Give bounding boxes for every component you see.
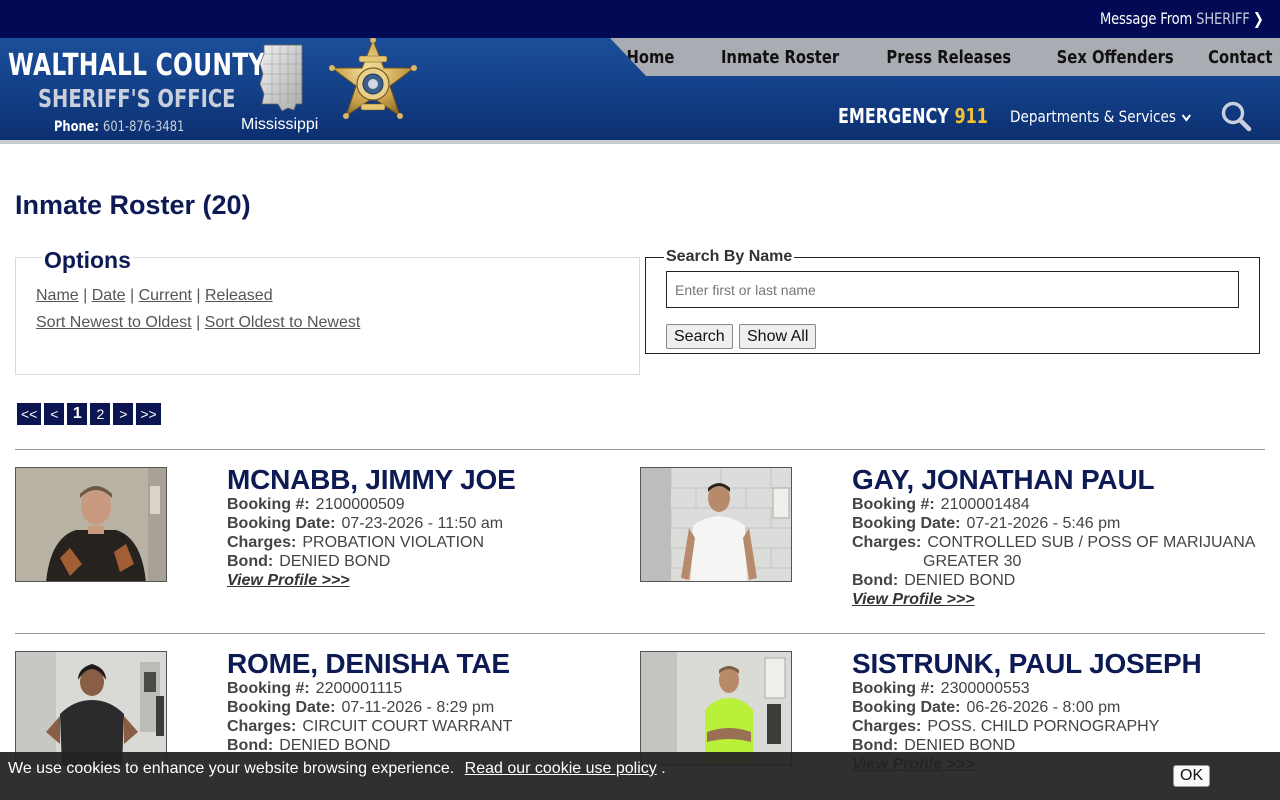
filter-released-link[interactable]: Released xyxy=(205,287,273,304)
departments-services-dropdown[interactable]: Departments & Services xyxy=(1010,107,1192,126)
divider xyxy=(15,633,1265,634)
bond-row: Bond: DENIED BOND xyxy=(852,572,1016,589)
emergency-number: 911 xyxy=(954,104,988,128)
sheriff-badge-logo xyxy=(329,38,417,119)
booking-date-row: Booking Date: 07-21-2026 - 5:46 pm xyxy=(852,515,1121,532)
order-links: Sort Newest to Oldest | Sort Oldest to N… xyxy=(36,314,361,331)
cookie-policy-link[interactable]: Read our cookie use policy xyxy=(465,760,657,777)
mugshot-image xyxy=(16,468,166,581)
chevron-down-icon xyxy=(1182,114,1192,122)
booking-number-row: Booking #: 2100000509 xyxy=(227,496,405,513)
inmate-photo[interactable] xyxy=(15,651,167,766)
nav-press-releases[interactable]: Press Releases xyxy=(859,47,1011,68)
emergency-911[interactable]: EMERGENCY 911 xyxy=(838,104,988,128)
search-legend: Search By Name xyxy=(664,248,795,266)
pager-next[interactable]: > xyxy=(113,403,134,425)
pager-page-1[interactable]: 1 xyxy=(67,403,88,425)
nav-strip: Home Inmate Roster Press Releases Sex Of… xyxy=(610,38,1280,76)
pager-page-2[interactable]: 2 xyxy=(90,403,111,425)
chevron-right-icon: ❯ xyxy=(1253,9,1264,28)
filter-current-link[interactable]: Current xyxy=(139,287,192,304)
booking-date-row: Booking Date: 07-11-2026 - 8:29 pm xyxy=(227,699,495,716)
mugshot-image xyxy=(641,468,791,581)
show-all-button[interactable]: Show All xyxy=(739,324,817,349)
header-phone: Phone: 601-876-3481 xyxy=(54,119,184,135)
departments-label: Departments & Services xyxy=(1010,107,1176,126)
message-prefix: Message From xyxy=(1100,9,1193,28)
booking-number-row: Booking #: 2200001115 xyxy=(227,680,403,697)
inmate-name[interactable]: GAY, JONATHAN PAUL xyxy=(852,464,1155,496)
message-highlight: SHERIFF xyxy=(1196,9,1250,28)
options-legend: Options xyxy=(42,247,133,274)
top-message-bar: Message From SHERIFF ❯ xyxy=(0,0,1280,38)
inmate-name[interactable]: ROME, DENISHA TAE xyxy=(227,648,510,680)
cookie-ok-button[interactable]: OK xyxy=(1173,765,1211,787)
name-search-input[interactable] xyxy=(666,271,1239,308)
sort-by-date-link[interactable]: Date xyxy=(92,287,126,304)
bond-row: Bond: DENIED BOND xyxy=(227,553,391,570)
search-icon[interactable] xyxy=(1220,100,1252,132)
search-button[interactable]: Search xyxy=(666,324,733,349)
phone-number[interactable]: 601-876-3481 xyxy=(103,119,184,135)
booking-number-row: Booking #: 2100001484 xyxy=(852,496,1030,513)
mugshot-image xyxy=(641,652,791,765)
mississippi-map-icon xyxy=(259,44,303,112)
cookie-banner: We use cookies to enhance your website b… xyxy=(0,752,1280,800)
nav-sex-offenders[interactable]: Sex Offenders xyxy=(1031,47,1174,68)
emergency-label: EMERGENCY xyxy=(838,104,949,128)
booking-number-row: Booking #: 2300000553 xyxy=(852,680,1030,697)
booking-date-row: Booking Date: 07-23-2026 - 11:50 am xyxy=(227,515,504,532)
office-name[interactable]: SHERIFF'S OFFICE xyxy=(38,84,236,113)
header-divider xyxy=(0,140,1280,144)
phone-label: Phone: xyxy=(54,119,100,135)
sort-by-name-link[interactable]: Name xyxy=(36,287,79,304)
divider xyxy=(15,449,1265,450)
inmate-photo[interactable] xyxy=(640,651,792,766)
inmate-name[interactable]: SISTRUNK, PAUL JOSEPH xyxy=(852,648,1202,680)
sort-newest-link[interactable]: Sort Newest to Oldest xyxy=(36,314,192,331)
view-profile-link[interactable]: View Profile >>> xyxy=(227,572,350,590)
state-label: Mississippi xyxy=(241,116,319,133)
site-header: WALTHALL COUNTY SHERIFF'S OFFICE Phone: … xyxy=(0,38,1280,140)
charges-continued: GREATER 30 xyxy=(923,553,1022,570)
view-profile-link[interactable]: View Profile >>> xyxy=(852,591,975,609)
charges-row: Charges: CIRCUIT COURT WARRANT xyxy=(227,718,513,735)
booking-date-row: Booking Date: 06-26-2026 - 8:00 pm xyxy=(852,699,1121,716)
nav-home[interactable]: Home xyxy=(616,47,675,68)
nav-contact[interactable]: Contact xyxy=(1194,47,1272,68)
mugshot-image xyxy=(16,652,166,765)
nav-inmate-roster[interactable]: Inmate Roster xyxy=(695,47,839,68)
pager-first[interactable]: << xyxy=(17,403,42,425)
inmate-photo[interactable] xyxy=(15,467,167,582)
county-name[interactable]: WALTHALL COUNTY xyxy=(8,48,266,83)
message-from-sheriff-link[interactable]: Message From SHERIFF ❯ xyxy=(1100,9,1264,28)
main-nav: Home Inmate Roster Press Releases Sex Of… xyxy=(610,38,1272,76)
charges-row: Charges: PROBATION VIOLATION xyxy=(227,534,485,551)
pagination: << < 1 2 > >> xyxy=(17,403,164,425)
pager-last[interactable]: >> xyxy=(136,403,161,425)
inmate-name[interactable]: MCNABB, JIMMY JOE xyxy=(227,464,516,496)
page-title: Inmate Roster (20) xyxy=(15,190,251,220)
charges-row: Charges: POSS. CHILD PORNOGRAPHY xyxy=(852,718,1160,735)
charges-row: Charges: CONTROLLED SUB / POSS OF MARIJUA… xyxy=(852,534,1256,551)
pager-prev[interactable]: < xyxy=(44,403,65,425)
sort-links: Name | Date | Current | Released xyxy=(36,287,273,304)
cookie-message: We use cookies to enhance your website b… xyxy=(8,760,666,777)
inmate-photo[interactable] xyxy=(640,467,792,582)
sort-oldest-link[interactable]: Sort Oldest to Newest xyxy=(205,314,361,331)
